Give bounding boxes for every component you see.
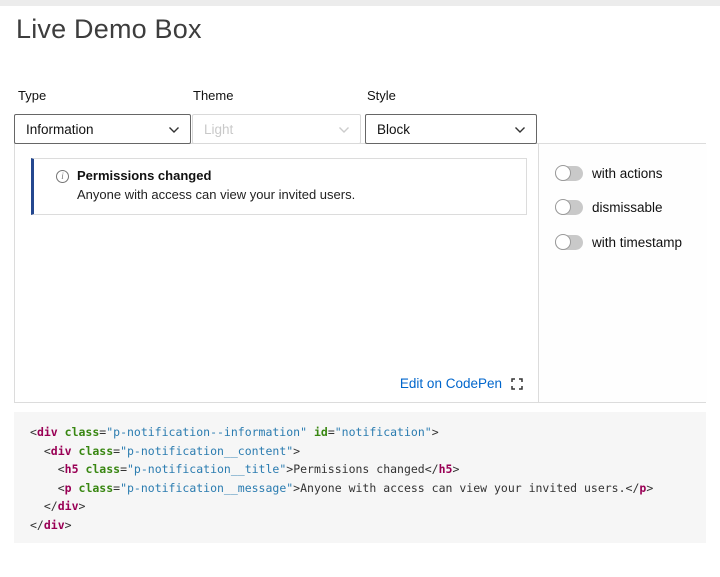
toggle-with-timestamp[interactable]: with timestamp xyxy=(555,234,683,250)
toggle-with-timestamp-label: with timestamp xyxy=(592,235,683,250)
toggle-switch-icon xyxy=(555,199,583,215)
toggle-switch-icon xyxy=(555,165,583,181)
theme-select-value: Light xyxy=(204,121,234,137)
style-select[interactable]: Block xyxy=(365,114,537,144)
options-pane: with actions dismissable with timestamp xyxy=(538,144,707,402)
toggle-switch-icon xyxy=(555,234,583,250)
chevron-down-icon xyxy=(338,122,350,137)
theme-select-label: Theme xyxy=(193,88,234,103)
notification-title: Permissions changed xyxy=(77,168,212,183)
demo-container: i Permissions changed Anyone with access… xyxy=(14,143,707,403)
type-select-label: Type xyxy=(18,88,47,103)
code-lines: <div class="p-notification--information"… xyxy=(30,425,654,532)
type-select-value: Information xyxy=(26,121,94,137)
toggle-dismissable-label: dismissable xyxy=(592,200,663,215)
edit-on-codepen-link[interactable]: Edit on CodePen xyxy=(400,376,502,391)
demo-preview-pane: i Permissions changed Anyone with access… xyxy=(15,144,538,402)
information-icon: i xyxy=(56,170,69,183)
type-select[interactable]: Information xyxy=(14,114,191,144)
live-demo-box-page: Live Demo Box Type Theme Style Informati… xyxy=(0,0,720,577)
style-select-label: Style xyxy=(367,88,396,103)
external-link-icon xyxy=(511,377,523,390)
notification-message: Anyone with access can view your invited… xyxy=(77,187,356,202)
codepen-row: Edit on CodePen xyxy=(15,376,538,391)
chevron-down-icon xyxy=(168,122,180,137)
chevron-down-icon xyxy=(514,122,526,137)
style-select-value: Block xyxy=(377,121,411,137)
toggle-with-actions-label: with actions xyxy=(592,166,663,181)
toggle-with-actions[interactable]: with actions xyxy=(555,165,663,181)
notification: i Permissions changed Anyone with access… xyxy=(31,158,527,215)
code-block: <div class="p-notification--information"… xyxy=(14,412,706,543)
top-divider xyxy=(0,0,720,6)
toggle-dismissable[interactable]: dismissable xyxy=(555,199,663,215)
theme-select: Light xyxy=(192,114,361,144)
page-title: Live Demo Box xyxy=(16,14,202,44)
